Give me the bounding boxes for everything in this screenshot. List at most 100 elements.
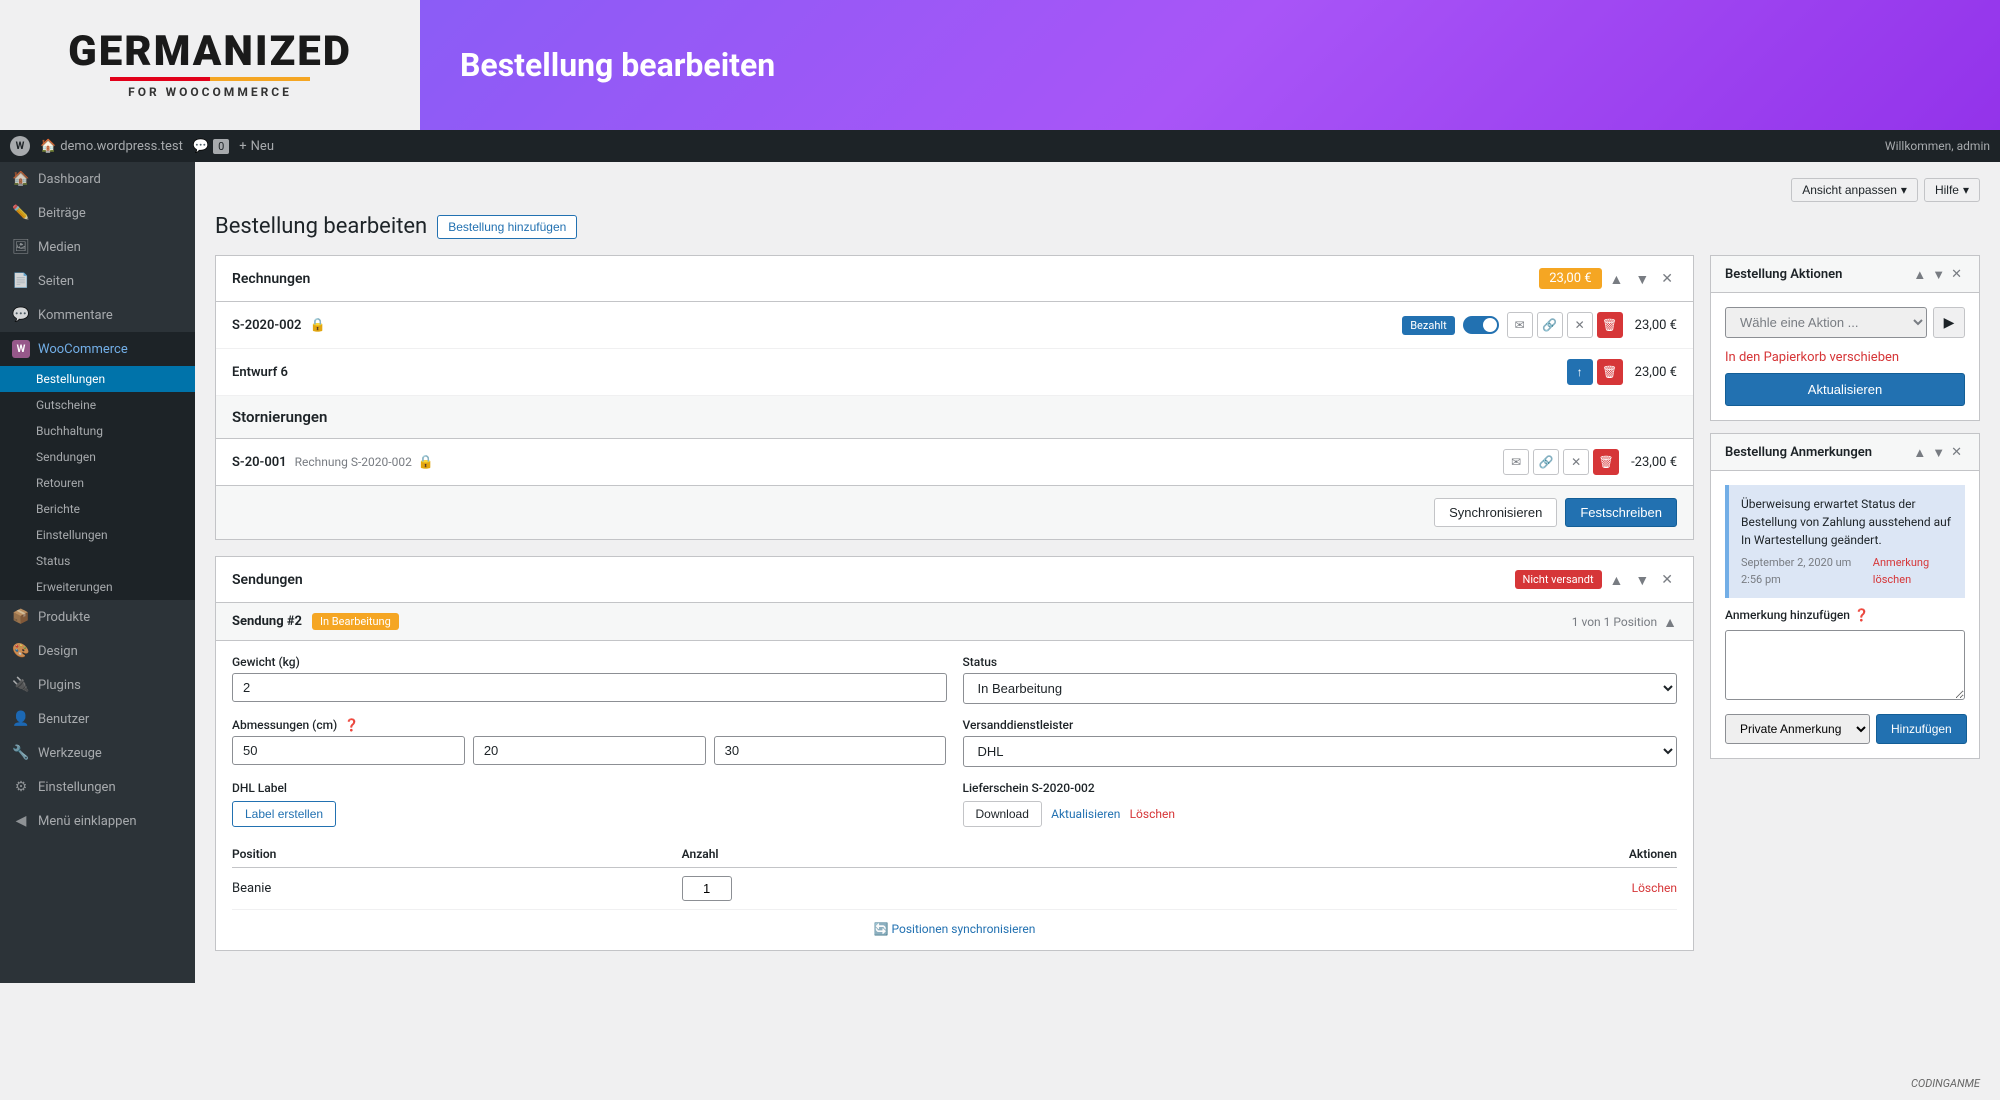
admin-bar-comments[interactable]: 💬 0 <box>193 139 229 154</box>
dhl-label-title: DHL Label <box>232 781 947 795</box>
item-name-cell: Beanie <box>232 868 682 910</box>
download-button[interactable]: Download <box>963 801 1042 827</box>
update-order-button[interactable]: Aktualisieren <box>1725 373 1965 406</box>
dhl-label-section: DHL Label Label erstellen <box>232 781 947 827</box>
invoice2-delete-button[interactable]: 🗑 <box>1597 359 1623 385</box>
item-qty-input[interactable] <box>682 876 732 901</box>
logo-underline-red <box>110 77 210 81</box>
invoice1-link-button[interactable]: 🔗 <box>1537 312 1563 338</box>
shipment-not-sent-badge: Nicht versandt <box>1515 570 1602 589</box>
invoice1-x-button[interactable]: ✕ <box>1567 312 1593 338</box>
cancel1-link-button[interactable]: 🔗 <box>1533 449 1559 475</box>
sidebar-item-produkte[interactable]: 📦 Produkte <box>0 600 195 634</box>
dimensions-help-icon[interactable]: ❓ <box>344 718 359 732</box>
trash-link[interactable]: In den Papierkorb verschieben <box>1725 350 1899 365</box>
add-order-button[interactable]: Bestellung hinzufügen <box>437 215 577 239</box>
order-actions-toggle-up[interactable]: ▲ <box>1910 267 1929 282</box>
action-select[interactable]: Wähle eine Aktion ... <box>1725 307 1927 338</box>
sidebar-item-werkzeuge[interactable]: 🔧 Werkzeuge <box>0 736 195 770</box>
invoice-row-1: S-2020-002 🔒 Bezahlt ✉ 🔗 ✕ 🗑 23,00 € <box>216 302 1693 349</box>
carrier-select[interactable]: DHL <box>963 736 1678 767</box>
update-link[interactable]: Aktualisieren <box>1051 807 1120 821</box>
status-select[interactable]: In Bearbeitung <box>963 673 1678 704</box>
sidebar-item-collapse[interactable]: ◀ Menü einklappen <box>0 804 195 838</box>
item-delete-link[interactable]: Löschen <box>1632 881 1677 895</box>
plugins-icon: 🔌 <box>12 676 30 694</box>
notes-toggle-up[interactable]: ▲ <box>1910 445 1929 460</box>
cancel1-lock-icon: 🔒 <box>418 455 434 470</box>
dim3-input[interactable] <box>714 736 947 765</box>
note-help-icon[interactable]: ❓ <box>1854 608 1869 622</box>
add-note-button[interactable]: Hinzufügen <box>1876 714 1967 744</box>
cancel1-amount: -23,00 € <box>1631 455 1677 470</box>
sidebar-item-medien[interactable]: 🖼 Medien <box>0 230 195 264</box>
sidebar-item-gutscheine[interactable]: Gutscheine <box>0 392 195 418</box>
hilfe-button[interactable]: Hilfe ▾ <box>1924 178 1980 202</box>
shipments-panel-close[interactable]: ✕ <box>1657 569 1677 590</box>
view-adjust-button[interactable]: Ansicht anpassen ▾ <box>1791 178 1918 202</box>
wp-logo-icon[interactable]: W <box>10 136 30 156</box>
dim2-input[interactable] <box>473 736 706 765</box>
sidebar-item-design[interactable]: 🎨 Design <box>0 634 195 668</box>
note-delete-link[interactable]: Anmerkung löschen <box>1873 555 1953 588</box>
sidebar-item-einstellungen[interactable]: Einstellungen <box>0 522 195 548</box>
sync-icon: 🔄 <box>874 922 889 936</box>
notes-toggle-down[interactable]: ▼ <box>1929 445 1948 460</box>
item-qty-cell <box>682 868 1189 910</box>
order-actions-close[interactable]: ✕ <box>1948 266 1965 282</box>
delete-delivery-link[interactable]: Löschen <box>1130 807 1175 821</box>
sidebar-item-status[interactable]: Status <box>0 548 195 574</box>
invoices-panel-toggle-down[interactable]: ▼ <box>1631 269 1653 289</box>
sidebar-item-beitraege[interactable]: ✏️ Beiträge <box>0 196 195 230</box>
sidebar-item-seiten[interactable]: 📄 Seiten <box>0 264 195 298</box>
wp-admin-bar: W 🏠 demo.wordpress.test 💬 0 + Neu Willko… <box>0 130 2000 162</box>
sidebar-item-berichte[interactable]: Berichte <box>0 496 195 522</box>
action-go-button[interactable]: ▶ <box>1933 307 1965 338</box>
note-meta: September 2, 2020 um 2:56 pm Anmerkung l… <box>1741 555 1953 588</box>
cancel1-email-button[interactable]: ✉ <box>1503 449 1529 475</box>
sidebar-item-woocommerce[interactable]: W WooCommerce <box>0 332 195 366</box>
shipment1-expand-button[interactable]: ▲ <box>1663 614 1677 630</box>
invoice-row-draft: Entwurf 6 ↑ 🗑 23,00 € <box>216 349 1693 396</box>
status-label: Status <box>963 655 1678 669</box>
sidebar-item-bestellungen[interactable]: Bestellungen <box>0 366 195 392</box>
admin-bar-site[interactable]: 🏠 demo.wordpress.test <box>40 139 183 154</box>
weight-input[interactable] <box>232 673 947 702</box>
cancel1-x-button[interactable]: ✕ <box>1563 449 1589 475</box>
weight-group: Gewicht (kg) <box>232 655 947 704</box>
top-right-buttons: Ansicht anpassen ▾ Hilfe ▾ <box>215 178 1980 202</box>
sidebar-item-buchhaltung[interactable]: Buchhaltung <box>0 418 195 444</box>
invoice1-delete-button[interactable]: 🗑 <box>1597 312 1623 338</box>
invoice2-up-button[interactable]: ↑ <box>1567 359 1593 385</box>
sidebar-item-plugins[interactable]: 🔌 Plugins <box>0 668 195 702</box>
sidebar-item-einstellungen2[interactable]: ⚙ Einstellungen <box>0 770 195 804</box>
order-actions-toggle-down[interactable]: ▼ <box>1929 267 1948 282</box>
sidebar-item-dashboard[interactable]: 🏠 Dashboard <box>0 162 195 196</box>
actions-col-header: Aktionen <box>1189 841 1677 868</box>
admin-bar-new[interactable]: + Neu <box>239 139 274 154</box>
invoices-panel-close[interactable]: ✕ <box>1657 268 1677 289</box>
label-create-button[interactable]: Label erstellen <box>232 801 336 827</box>
shipments-panel-toggle-up[interactable]: ▲ <box>1606 570 1628 590</box>
delivery-note-section: Lieferschein S-2020-002 Download Aktuali… <box>963 781 1678 827</box>
invoice1-toggle[interactable] <box>1463 316 1499 334</box>
sync-positions-link[interactable]: Positionen synchronisieren <box>892 922 1036 936</box>
note-type-select[interactable]: Private Anmerkung Kundenanmerkung <box>1725 714 1870 744</box>
cancel1-delete-button[interactable]: 🗑 <box>1593 449 1619 475</box>
shipments-panel-toggle-down[interactable]: ▼ <box>1631 570 1653 590</box>
sidebar-item-retouren[interactable]: Retouren <box>0 470 195 496</box>
dim1-input[interactable] <box>232 736 465 765</box>
hilfe-chevron-icon: ▾ <box>1963 183 1969 197</box>
invoices-panel-toggle-up[interactable]: ▲ <box>1606 269 1628 289</box>
sidebar-item-kommentare[interactable]: 💬 Kommentare <box>0 298 195 332</box>
invoice1-email-button[interactable]: ✉ <box>1507 312 1533 338</box>
commit-button[interactable]: Festschreiben <box>1565 498 1677 527</box>
sidebar-item-sendungen[interactable]: Sendungen <box>0 444 195 470</box>
note-textarea[interactable] <box>1725 630 1965 700</box>
sidebar-item-benutzer[interactable]: 👤 Benutzer <box>0 702 195 736</box>
sidebar-item-erweiterungen[interactable]: Erweiterungen <box>0 574 195 600</box>
sync-button[interactable]: Synchronisieren <box>1434 498 1557 527</box>
notes-close[interactable]: ✕ <box>1948 444 1965 460</box>
invoices-panel: Rechnungen 23,00 € ▲ ▼ ✕ S-2020-002 🔒 Be… <box>215 255 1694 540</box>
shipments-panel-actions: Nicht versandt ▲ ▼ ✕ <box>1515 569 1677 590</box>
